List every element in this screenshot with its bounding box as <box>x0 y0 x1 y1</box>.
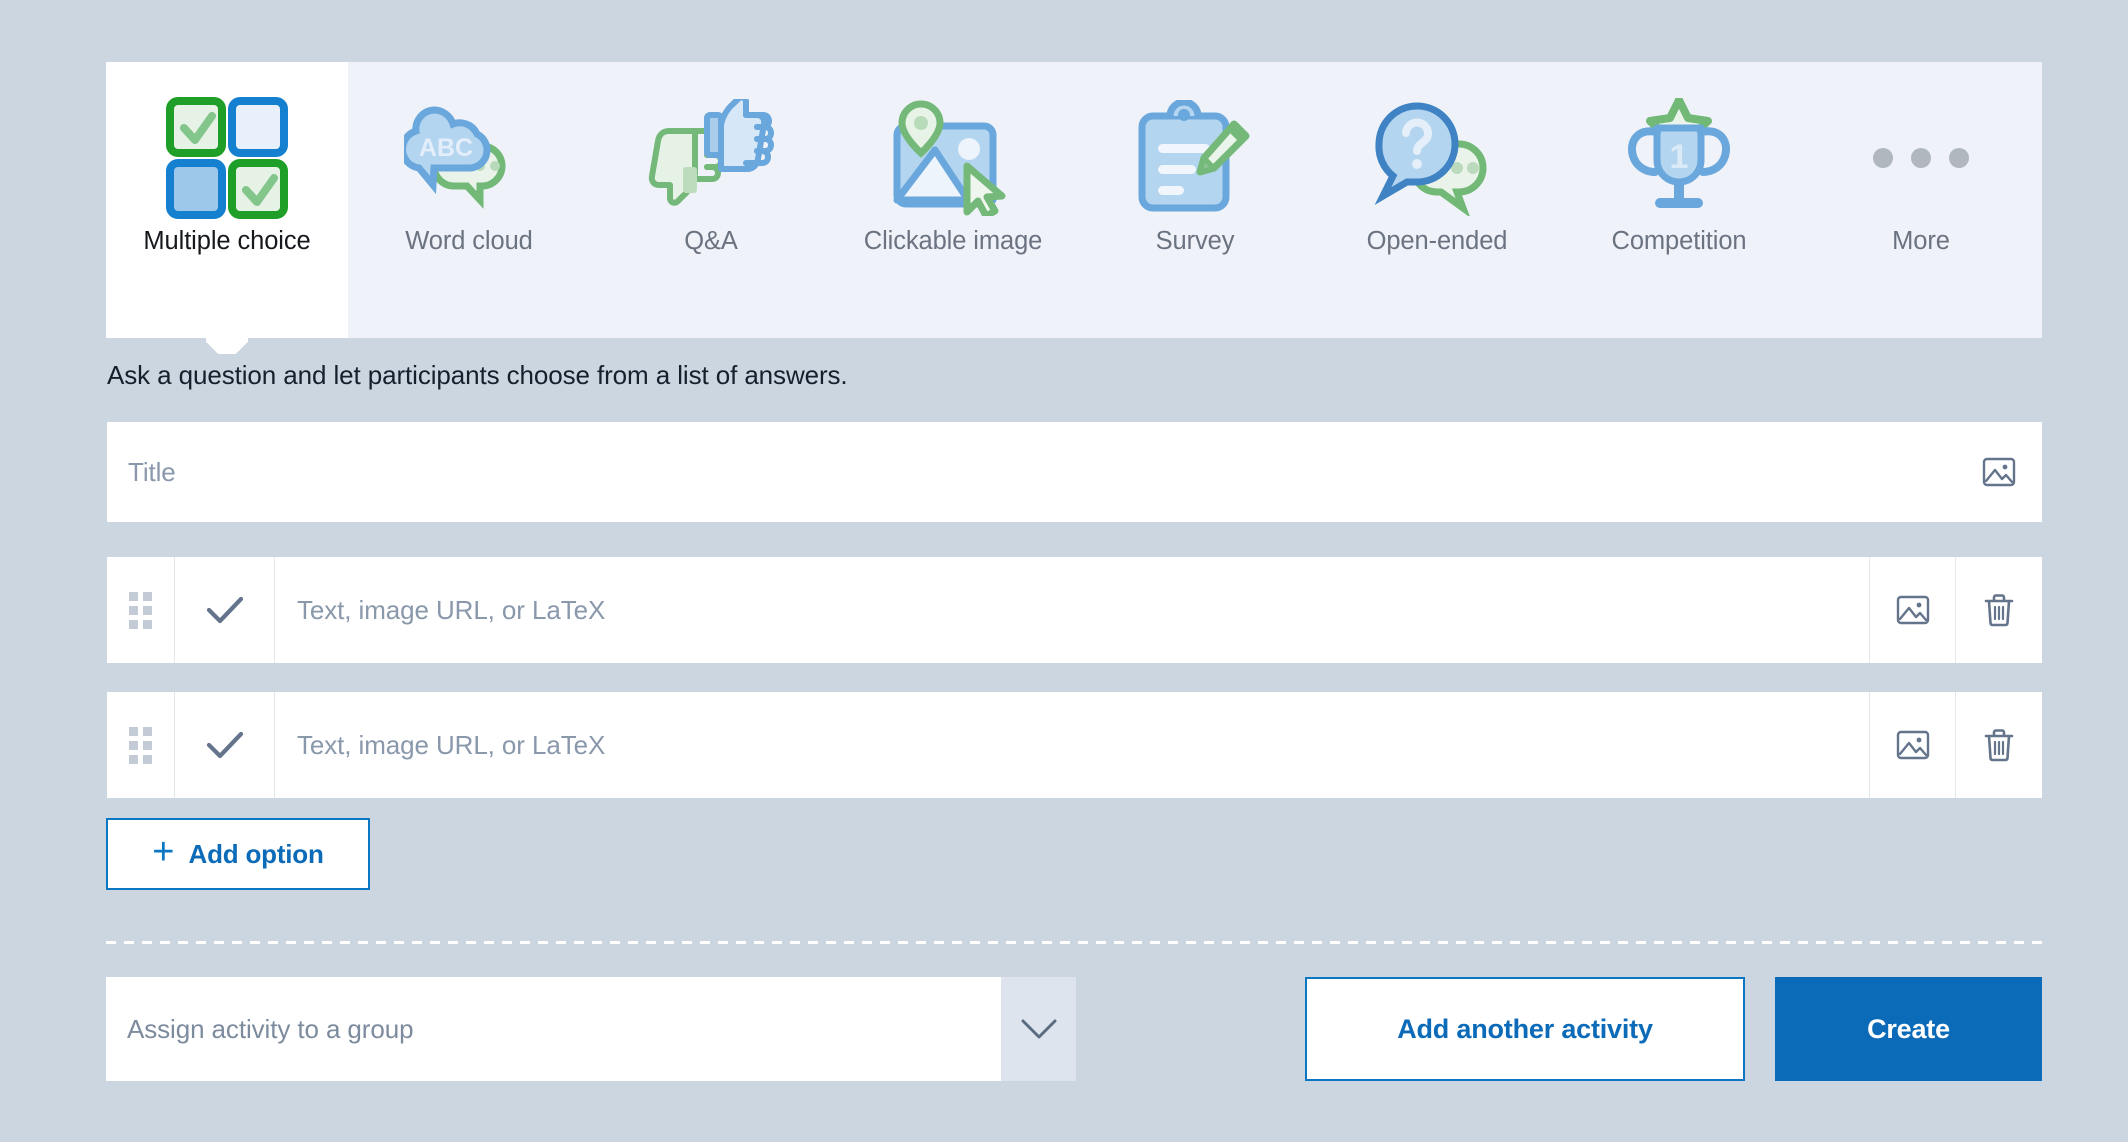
assign-group-placeholder: Assign activity to a group <box>127 1013 414 1044</box>
chevron-down-icon[interactable] <box>1001 977 1076 1081</box>
tab-open-ended[interactable]: Open-ended <box>1316 62 1558 338</box>
tab-qa[interactable]: Q&A <box>590 62 832 338</box>
activity-type-tabbar: Multiple choice ABC Word cloud Q&A Click… <box>106 62 2042 338</box>
image-icon[interactable] <box>1870 692 1956 798</box>
tab-label: Q&A <box>684 227 738 255</box>
tab-label: Survey <box>1155 227 1235 255</box>
tab-survey[interactable]: Survey <box>1074 62 1316 338</box>
tab-label: Clickable image <box>863 227 1043 255</box>
svg-text:ABC: ABC <box>419 134 473 162</box>
speech-bubbles-abc-icon: ABC <box>404 100 534 216</box>
trash-icon[interactable] <box>1956 557 2042 663</box>
activity-description: Ask a question and let participants choo… <box>107 360 848 390</box>
option-text-input[interactable]: Text, image URL, or LaTeX <box>275 557 1870 663</box>
image-icon[interactable] <box>1956 422 2042 522</box>
trash-icon[interactable] <box>1956 692 2042 798</box>
question-speech-bubbles-icon <box>1372 100 1502 216</box>
add-another-activity-button[interactable]: Add another activity <box>1305 977 1745 1081</box>
tab-competition[interactable]: 1 Competition <box>1558 62 1800 338</box>
add-option-button[interactable]: + Add option <box>106 818 370 890</box>
option-row: Text, image URL, or LaTeX <box>107 692 2042 798</box>
tab-clickable-image[interactable]: Clickable image <box>832 62 1074 338</box>
tab-label: More <box>1892 227 1950 255</box>
tab-more[interactable]: More <box>1800 62 2042 338</box>
tab-multiple-choice[interactable]: Multiple choice <box>106 62 348 338</box>
ellipsis-icon <box>1856 100 1986 216</box>
check-icon[interactable] <box>175 557 275 663</box>
option-text-input[interactable]: Text, image URL, or LaTeX <box>275 692 1870 798</box>
check-icon[interactable] <box>175 692 275 798</box>
four-checkboxes-icon <box>162 97 292 219</box>
drag-handle-icon[interactable] <box>107 557 175 663</box>
title-input[interactable]: Title <box>107 457 1956 488</box>
title-field[interactable]: Title <box>107 422 2042 522</box>
tab-label: Multiple choice <box>143 227 311 255</box>
plus-icon: + <box>152 831 175 874</box>
clipboard-pencil-icon <box>1130 100 1260 216</box>
assign-group-select[interactable]: Assign activity to a group <box>106 977 1076 1081</box>
tab-label: Open-ended <box>1366 227 1508 255</box>
add-option-label: Add option <box>188 838 324 869</box>
drag-handle-icon[interactable] <box>107 692 175 798</box>
tab-word-cloud[interactable]: ABC Word cloud <box>348 62 590 338</box>
option-row: Text, image URL, or LaTeX <box>107 557 2042 663</box>
create-button[interactable]: Create <box>1775 977 2042 1081</box>
tab-label: Word cloud <box>405 227 533 255</box>
image-pin-cursor-icon <box>888 100 1018 216</box>
image-icon[interactable] <box>1870 557 1956 663</box>
tab-label: Competition <box>1611 227 1747 255</box>
section-divider <box>106 941 2042 944</box>
thumbs-up-down-icon <box>646 99 776 216</box>
svg-text:1: 1 <box>1670 138 1689 176</box>
trophy-star-icon: 1 <box>1614 98 1744 216</box>
selected-tab-pointer <box>206 337 248 354</box>
